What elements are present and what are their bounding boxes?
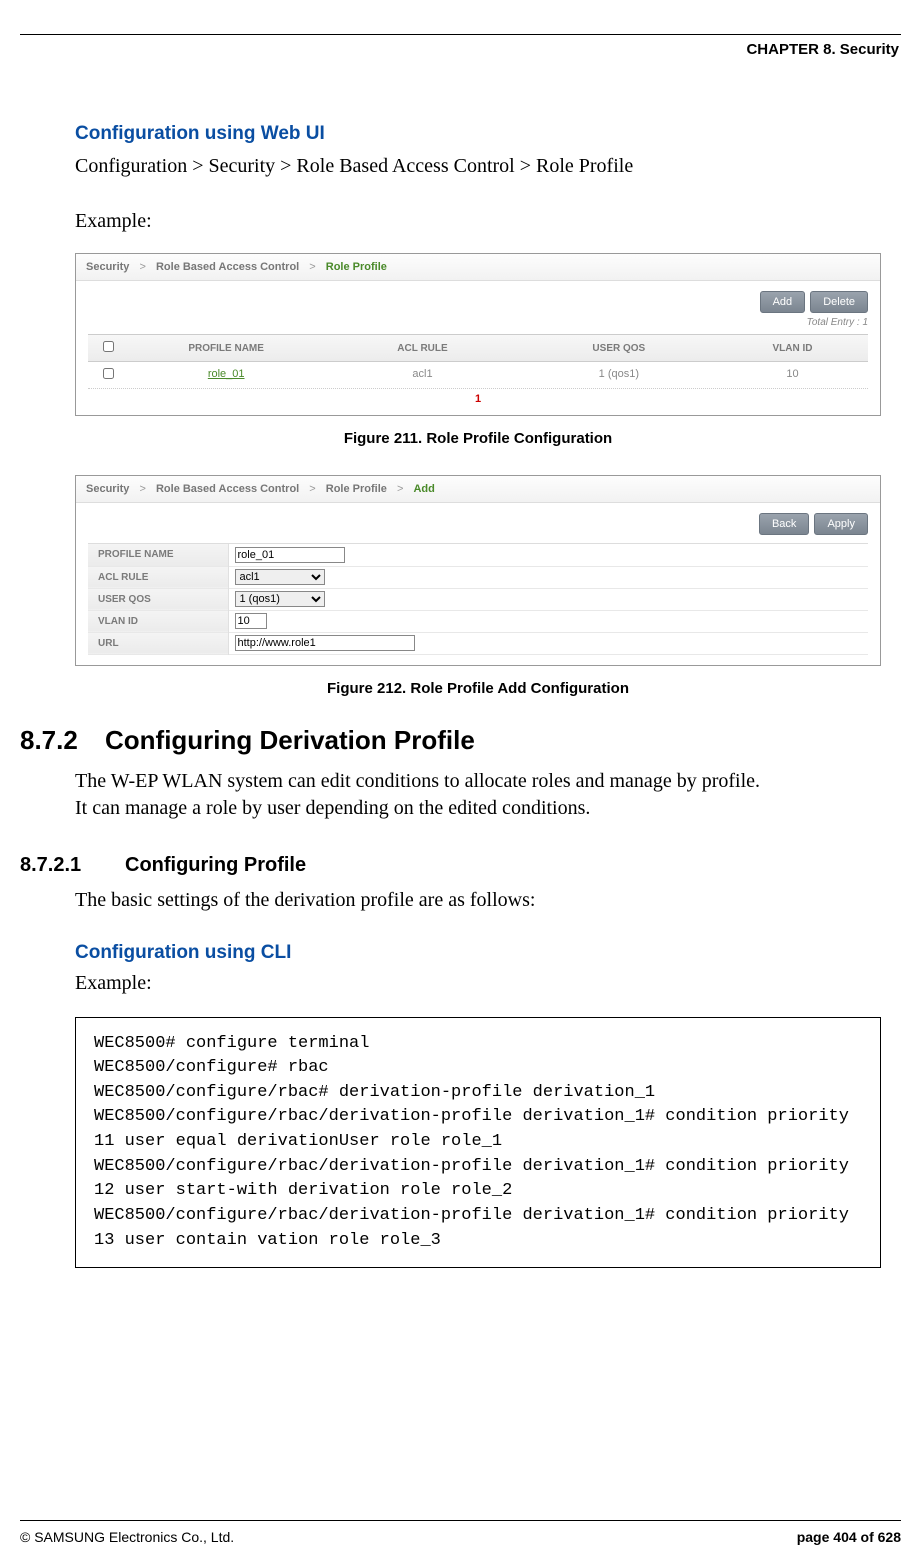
footer-page-number: page 404 of 628 bbox=[797, 1529, 901, 1545]
crumb-add: Add bbox=[413, 483, 434, 495]
footer-copyright: © SAMSUNG Electronics Co., Ltd. bbox=[20, 1529, 234, 1545]
select-all-checkbox[interactable] bbox=[103, 341, 114, 352]
label-acl-rule: ACL RULE bbox=[88, 566, 228, 588]
crumb-security: Security bbox=[86, 483, 129, 495]
screenshot-role-profile-add: Security > Role Based Access Control > R… bbox=[75, 475, 881, 666]
apply-button[interactable]: Apply bbox=[814, 513, 868, 535]
crumb-rbac: Role Based Access Control bbox=[156, 483, 299, 495]
crumb-security: Security bbox=[86, 261, 129, 273]
user-qos-select[interactable]: 1 (qos1) bbox=[235, 591, 325, 607]
breadcrumb-path: Configuration > Security > Role Based Ac… bbox=[75, 153, 881, 180]
cell-acl: acl1 bbox=[324, 368, 520, 382]
para-872-line1: The W-EP WLAN system can edit conditions… bbox=[75, 768, 881, 795]
th-profile-name: PROFILE NAME bbox=[128, 343, 324, 354]
profile-name-link[interactable]: role_01 bbox=[208, 368, 245, 380]
label-vlan-id: VLAN ID bbox=[88, 610, 228, 632]
th-vlan-id: VLAN ID bbox=[717, 343, 868, 354]
table-row: role_01 acl1 1 (qos1) 10 bbox=[88, 362, 868, 389]
crumb-rbac: Role Based Access Control bbox=[156, 261, 299, 273]
row-checkbox[interactable] bbox=[103, 368, 114, 379]
example-label: Example: bbox=[75, 208, 881, 235]
crumb-role-profile: Role Profile bbox=[326, 483, 387, 495]
total-entry-label: Total Entry : 1 bbox=[88, 317, 868, 328]
subsection-title-8721: Configuring Profile bbox=[125, 854, 306, 877]
pager-current-page[interactable]: 1 bbox=[88, 389, 868, 411]
crumb-sep-icon: > bbox=[136, 483, 149, 495]
para-8721: The basic settings of the derivation pro… bbox=[75, 887, 881, 914]
screenshot1-breadcrumb: Security > Role Based Access Control > R… bbox=[76, 254, 880, 281]
crumb-sep-icon: > bbox=[136, 261, 149, 273]
crumb-sep-icon: > bbox=[394, 483, 407, 495]
section-number-872: 8.7.2 bbox=[20, 725, 105, 756]
label-url: URL bbox=[88, 632, 228, 654]
vlan-id-input[interactable] bbox=[235, 613, 267, 629]
delete-button[interactable]: Delete bbox=[810, 291, 868, 313]
crumb-sep-icon: > bbox=[306, 483, 319, 495]
crumb-sep-icon: > bbox=[306, 261, 319, 273]
crumb-role-profile: Role Profile bbox=[326, 261, 387, 273]
figure-212-caption: Figure 212. Role Profile Add Configurati… bbox=[75, 680, 881, 697]
config-form-table: PROFILE NAME ACL RULE acl1 USER QOS 1 (q… bbox=[88, 544, 868, 655]
acl-rule-select[interactable]: acl1 bbox=[235, 569, 325, 585]
back-button[interactable]: Back bbox=[759, 513, 809, 535]
chapter-header: CHAPTER 8. Security bbox=[20, 41, 901, 58]
cli-heading: Configuration using CLI bbox=[75, 942, 881, 964]
add-button[interactable]: Add bbox=[760, 291, 806, 313]
url-input[interactable] bbox=[235, 635, 415, 651]
para-872-line2: It can manage a role by user depending o… bbox=[75, 795, 881, 822]
cell-vlan: 10 bbox=[717, 368, 868, 382]
cli-example-label: Example: bbox=[75, 970, 881, 997]
cell-qos: 1 (qos1) bbox=[521, 368, 717, 382]
figure-211-caption: Figure 211. Role Profile Configuration bbox=[75, 430, 881, 447]
cli-code-block: WEC8500# configure terminal WEC8500/conf… bbox=[75, 1017, 881, 1269]
label-user-qos: USER QOS bbox=[88, 588, 228, 610]
th-acl-rule: ACL RULE bbox=[324, 343, 520, 354]
th-user-qos: USER QOS bbox=[521, 343, 717, 354]
web-ui-heading: Configuration using Web UI bbox=[75, 123, 881, 145]
profile-name-input[interactable] bbox=[235, 547, 345, 563]
section-title-872: Configuring Derivation Profile bbox=[105, 725, 475, 756]
screenshot2-breadcrumb: Security > Role Based Access Control > R… bbox=[76, 476, 880, 503]
subsection-number-8721: 8.7.2.1 bbox=[20, 854, 125, 877]
label-profile-name: PROFILE NAME bbox=[88, 544, 228, 566]
table-header: PROFILE NAME ACL RULE USER QOS VLAN ID bbox=[88, 334, 868, 362]
screenshot-role-profile-list: Security > Role Based Access Control > R… bbox=[75, 253, 881, 416]
